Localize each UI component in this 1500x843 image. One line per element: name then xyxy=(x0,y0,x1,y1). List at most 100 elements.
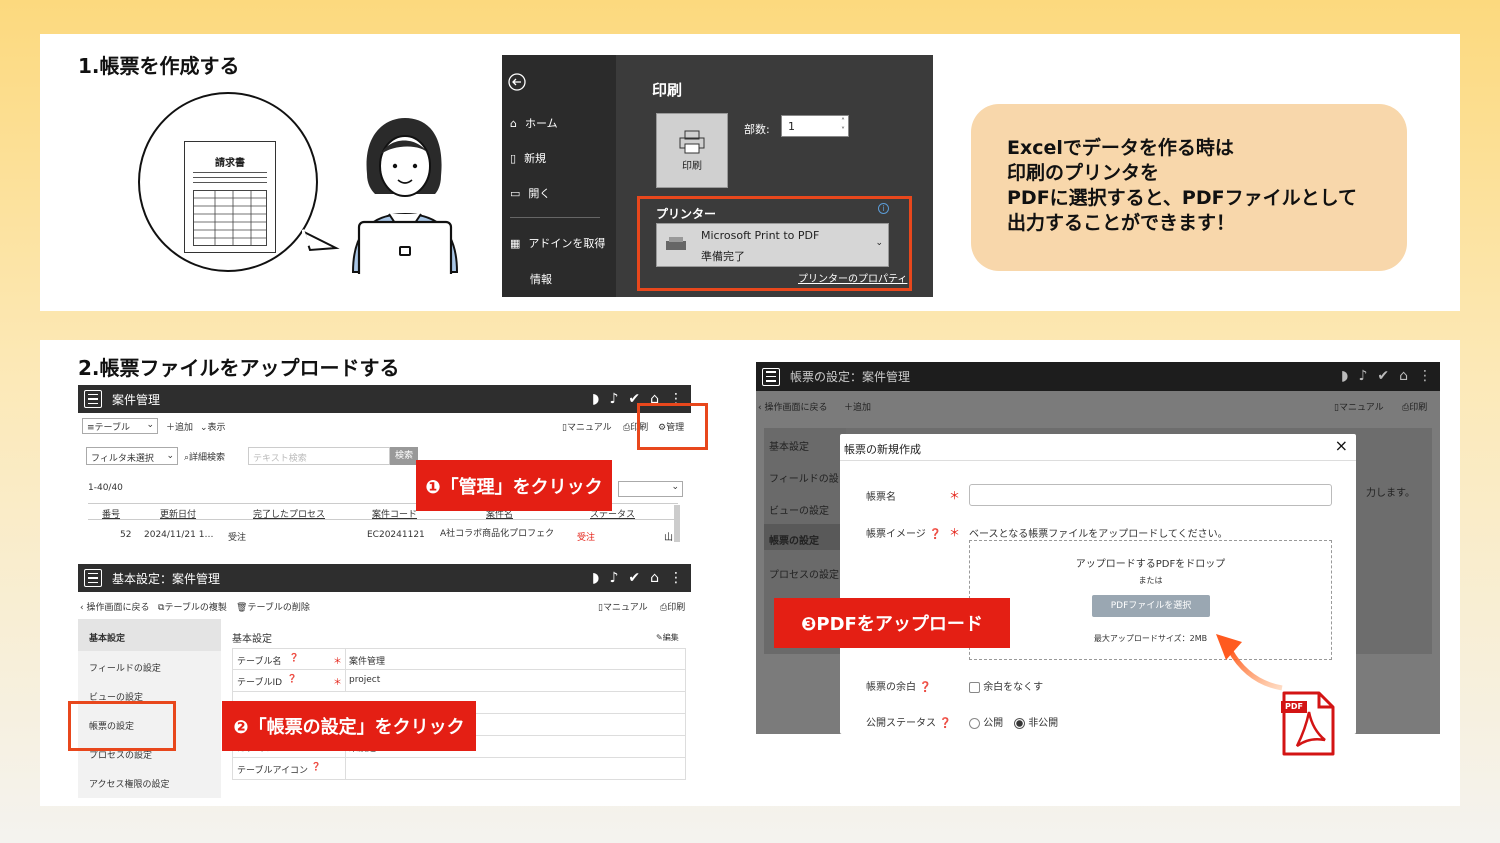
modal-title: 帳票の新規作成 xyxy=(844,443,921,456)
filter-select[interactable]: フィルタ未選択 ⌄ xyxy=(86,447,178,465)
field-row: テーブル名 ❓ ＊ 案件管理 xyxy=(232,648,686,670)
field-row: テーブルアイコン ❓ xyxy=(232,758,686,780)
basic-settings-screenshot: 基本設定：案件管理 ◗ ♪ ✔ ⌂ ⋮ ‹ 操作画面に戻る ⧉テーブルの複製 🗑テーブル… xyxy=(78,564,691,798)
beginner-icon[interactable]: ◗ xyxy=(592,570,599,586)
status-label: 公開ステータス ❓ xyxy=(866,718,952,729)
trash-icon: 🗑 xyxy=(236,603,248,613)
nav-get-addins[interactable]: ▦ アドインを取得 xyxy=(510,235,605,251)
app-header: 帳票の設定：案件管理 ◗ ♪ ✔ ⌂ ⋮ xyxy=(756,362,1440,391)
home-icon: ⌂ xyxy=(510,116,517,130)
help-icon[interactable]: ❓ xyxy=(289,653,299,662)
back-arrow-icon[interactable] xyxy=(508,73,526,91)
add-button[interactable]: ＋追加 xyxy=(166,420,193,433)
printer-icon xyxy=(679,130,705,153)
nav-new[interactable]: ▯ 新規 xyxy=(510,150,546,166)
search-input[interactable]: テキスト検索 xyxy=(248,447,390,465)
bell-icon[interactable]: ♪ xyxy=(609,570,618,586)
close-icon[interactable]: × xyxy=(1335,436,1348,455)
home-icon[interactable]: ⌂ xyxy=(650,570,659,586)
scrollbar[interactable] xyxy=(674,505,680,542)
beginner-icon[interactable]: ◗ xyxy=(592,391,599,407)
hamburger-menu-icon[interactable] xyxy=(84,390,102,408)
hamburger-menu-icon[interactable] xyxy=(84,569,102,587)
image-label: 帳票イメージ ❓ xyxy=(866,529,942,540)
step2-panel: 2.帳票ファイルをアップロードする 案件管理 ◗ ♪ ✔ ⌂ ⋮ ≡テーブル ⌄ ＋追加 … xyxy=(40,340,1460,806)
home-icon[interactable]: ⌂ xyxy=(1399,368,1408,384)
nav-divider xyxy=(510,217,600,218)
print-link[interactable]: ⎙印刷 xyxy=(660,600,685,613)
step-callout-3: ❸PDFをアップロード xyxy=(774,598,1010,648)
record-count: 1-40/40 xyxy=(88,483,123,493)
manual-link[interactable]: ▯マニュアル xyxy=(1334,400,1384,413)
margin-label: 帳票の余白 ❓ xyxy=(866,682,932,693)
add-button[interactable]: ＋追加 xyxy=(844,400,871,413)
pdf-badge: PDF xyxy=(1281,701,1307,713)
select-pdf-button[interactable]: PDFファイルを選択 xyxy=(1092,595,1210,617)
table-row[interactable]: 52 2024/11/21 1… 受注 EC20241121 A社コラボ商品化プ… xyxy=(88,525,678,542)
addin-icon: ▦ xyxy=(510,236,521,250)
manage-highlight-box xyxy=(637,403,708,450)
bell-icon[interactable]: ♪ xyxy=(1358,368,1367,384)
print-heading: 印刷 xyxy=(652,81,683,99)
print-button[interactable]: 印刷 xyxy=(656,113,728,188)
delete-table-link[interactable]: 🗑テーブルの削除 xyxy=(236,600,310,613)
help-icon[interactable]: ❓ xyxy=(939,718,951,729)
background-text: 力します。 xyxy=(1366,488,1415,499)
chevron-down-icon: ⌄ xyxy=(671,482,679,492)
help-icon[interactable]: ❓ xyxy=(919,682,931,693)
public-radio[interactable]: 公開 xyxy=(969,714,1003,729)
tip-callout: Excelでデータを作る時は 印刷のプリンタを PDFに選択すると、PDFファイ… xyxy=(971,104,1407,271)
menu-basic[interactable]: 基本設定 xyxy=(89,631,125,644)
check-icon[interactable]: ✔ xyxy=(628,570,640,586)
help-icon[interactable]: ❓ xyxy=(929,529,941,540)
checkbox[interactable] xyxy=(969,681,980,693)
print-link[interactable]: ⎙印刷 xyxy=(1402,400,1427,413)
app-header: 案件管理 ◗ ♪ ✔ ⌂ ⋮ xyxy=(78,385,691,413)
spinner-icon[interactable]: ˄ ˅ xyxy=(841,117,845,135)
help-icon[interactable]: ❓ xyxy=(311,762,321,771)
back-link[interactable]: ‹ 操作画面に戻る xyxy=(758,400,827,413)
required-mark: ＊ xyxy=(949,489,960,502)
app-header: 基本設定：案件管理 ◗ ♪ ✔ ⌂ ⋮ xyxy=(78,564,691,592)
required-mark: ＊ xyxy=(333,678,343,688)
woman-at-laptop-illustration xyxy=(351,118,459,274)
nav-info[interactable]: 情報 xyxy=(530,271,552,287)
more-icon[interactable]: ⋮ xyxy=(669,570,683,586)
required-mark: ＊ xyxy=(333,657,343,667)
manual-link[interactable]: ▯マニュアル xyxy=(598,600,648,613)
no-margin-checkbox[interactable]: 余白をなくす xyxy=(969,678,1043,693)
edit-button[interactable]: ✎編集 xyxy=(656,632,679,643)
private-radio[interactable]: 非公開 xyxy=(1014,714,1058,729)
beginner-icon[interactable]: ◗ xyxy=(1341,368,1348,384)
required-mark: ＊ xyxy=(949,526,960,539)
display-button[interactable]: ⌄表示 xyxy=(200,420,226,433)
copies-input[interactable]: 1 ˄ ˅ xyxy=(781,115,849,137)
page-select[interactable]: ⌄ xyxy=(618,481,683,497)
excel-sidebar: ⌂ ホーム ▯ 新規 ▭ 開く ▦ アドインを取得 情報 xyxy=(502,55,616,297)
name-label: 帳票名 xyxy=(866,492,896,503)
check-icon[interactable]: ✔ xyxy=(1377,368,1389,384)
manual-link[interactable]: ▯マニュアル xyxy=(562,420,612,433)
copy-table-link[interactable]: ⧉テーブルの複製 xyxy=(158,600,227,613)
view-select[interactable]: ≡テーブル ⌄ xyxy=(82,418,158,434)
more-icon[interactable]: ⋮ xyxy=(1418,368,1432,384)
nav-open[interactable]: ▭ 開く xyxy=(510,185,550,201)
detail-search-button[interactable]: ⌕詳細検索 xyxy=(184,450,225,463)
menu-fields[interactable]: フィールドの設定 xyxy=(89,661,161,674)
menu-access[interactable]: アクセス権限の設定 xyxy=(89,777,170,790)
bubble-tail xyxy=(302,229,340,252)
printer-highlight-box xyxy=(637,196,912,291)
back-link[interactable]: ‹ 操作画面に戻る xyxy=(80,600,149,613)
folder-icon: ▭ xyxy=(510,186,521,200)
chevron-down-icon: ⌄ xyxy=(166,451,174,461)
bell-icon[interactable]: ♪ xyxy=(609,391,618,407)
hamburger-menu-icon[interactable] xyxy=(762,367,780,386)
status-badge: 受注 xyxy=(577,533,596,542)
help-icon[interactable]: ❓ xyxy=(287,674,297,683)
step1-panel: 1.帳票を作成する 請求書 ⌂ ホーム ▯ 新規 ▭ 開く ▦ アドインを取得 … xyxy=(40,34,1460,311)
step2-title: 2.帳票ファイルをアップロードする xyxy=(78,356,400,380)
nav-home[interactable]: ⌂ ホーム xyxy=(510,115,558,131)
search-button[interactable]: 検索 xyxy=(390,447,418,465)
report-name-input[interactable] xyxy=(969,484,1332,506)
image-hint: ベースとなる帳票ファイルをアップロードしてください。 xyxy=(969,529,1228,540)
